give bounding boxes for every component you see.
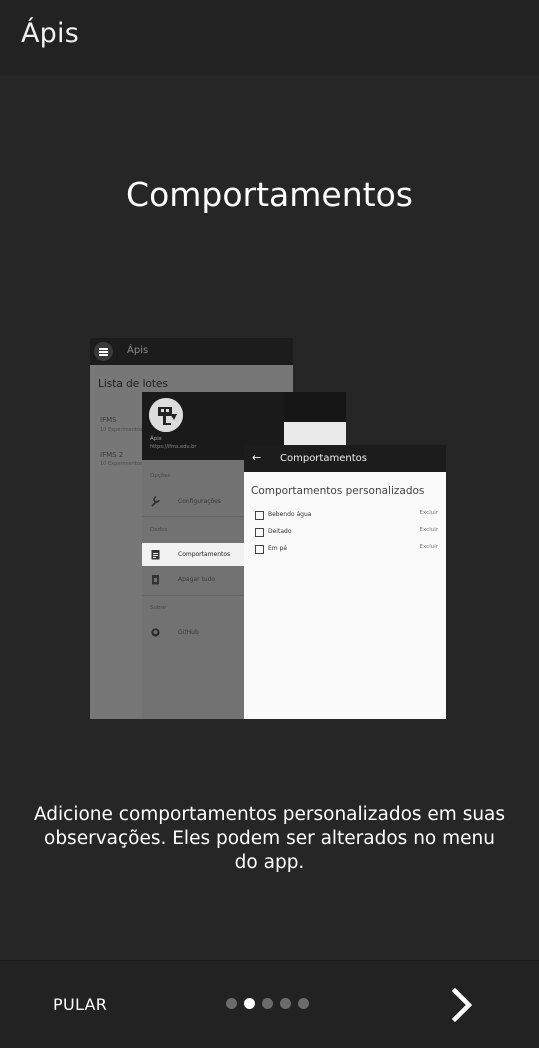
illustration-drawer-section: Dados: [150, 527, 168, 533]
slide-description: Adicione comportamentos personalizados e…: [33, 804, 506, 873]
checkbox-icon: [255, 511, 264, 520]
illustration-drawer-app-name: Ápis: [150, 436, 162, 442]
illustration-list-item: IFMS: [100, 416, 117, 424]
illustration-behavior-row: Em pé Excluir: [255, 544, 438, 556]
wrench-icon: [151, 496, 160, 507]
illustration-behaviors-appbar: ← Comportamentos: [244, 445, 446, 472]
onboarding-footer: PULAR: [0, 960, 539, 1048]
illustration-behavior-row: Bebendo água Excluir: [255, 510, 438, 522]
illustration-list-appbar: Ápis: [90, 338, 293, 365]
slide-illustration: Ápis Lista de lotes IFMS 10 Experimentos…: [90, 338, 446, 719]
illustration-drawer-section: Opções: [150, 473, 171, 479]
checkbox-icon: [255, 545, 264, 554]
illustration-list-item-sub: 10 Experimentos: [100, 427, 143, 433]
menu-icon: [94, 342, 113, 361]
chevron-right-icon: [451, 987, 473, 1023]
app-logo-icon: [149, 398, 183, 432]
illustration-list-item-sub: 10 Experimentos: [100, 461, 143, 467]
illustration-drawer-url: https://ifms.edu.br: [150, 444, 197, 450]
illustration-drawer-section: Sobre: [150, 605, 166, 611]
arrow-back-icon: ←: [252, 451, 262, 464]
page-dot: [280, 998, 291, 1009]
page-dot-active: [244, 998, 255, 1009]
page-dot: [226, 998, 237, 1009]
next-button[interactable]: [446, 987, 478, 1023]
app-title: Ápis: [21, 18, 79, 49]
illustration-behaviors-heading: Comportamentos personalizados: [251, 485, 425, 497]
page-dot: [262, 998, 273, 1009]
checkbox-icon: [255, 528, 264, 537]
slide-title: Comportamentos: [126, 175, 413, 214]
skip-button[interactable]: PULAR: [53, 995, 107, 1014]
illustration-behavior-row: Deitado Excluir: [255, 527, 438, 539]
illustration-list-item: IFMS 2: [100, 451, 124, 459]
app-bar: Ápis: [0, 0, 539, 75]
illustration-behaviors-screen: ← Comportamentos Comportamentos personal…: [244, 445, 446, 719]
clipboard-icon: [151, 550, 160, 560]
delete-document-icon: [152, 575, 159, 585]
illustration-list-title: Lista de lotes: [98, 378, 168, 390]
illustration-app-title: Ápis: [127, 345, 149, 356]
github-icon: [151, 628, 160, 637]
page-dot: [298, 998, 309, 1009]
illustration-behaviors-title: Comportamentos: [280, 453, 367, 464]
